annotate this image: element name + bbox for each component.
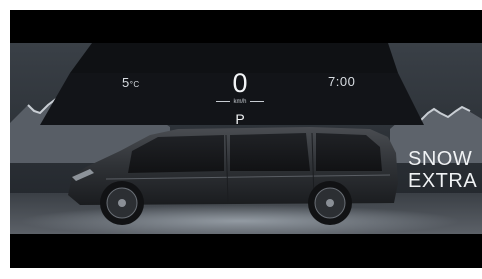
temperature-value: 5 [122, 75, 130, 90]
speed-unit-divider-left [216, 100, 231, 102]
drive-mode-line1: SNOW [408, 148, 473, 170]
drive-mode-label: SNOW EXTRA [408, 148, 477, 192]
temperature-unit: °C [129, 80, 140, 89]
speed-unit-divider-right [249, 100, 264, 102]
speed-readout: 0 [232, 68, 248, 98]
clock: 7:00 [328, 74, 356, 89]
drive-mode-line2: EXTRA [408, 170, 478, 192]
speed-unit-text: km/h [233, 99, 247, 105]
gear-indicator: P [235, 111, 245, 127]
instrument-display: 5°C 0 km/h P 7:00 SNOW EXTRA [10, 10, 482, 268]
speed-unit-label: km/h [204, 99, 276, 109]
outside-temperature: 5°C [122, 75, 140, 90]
